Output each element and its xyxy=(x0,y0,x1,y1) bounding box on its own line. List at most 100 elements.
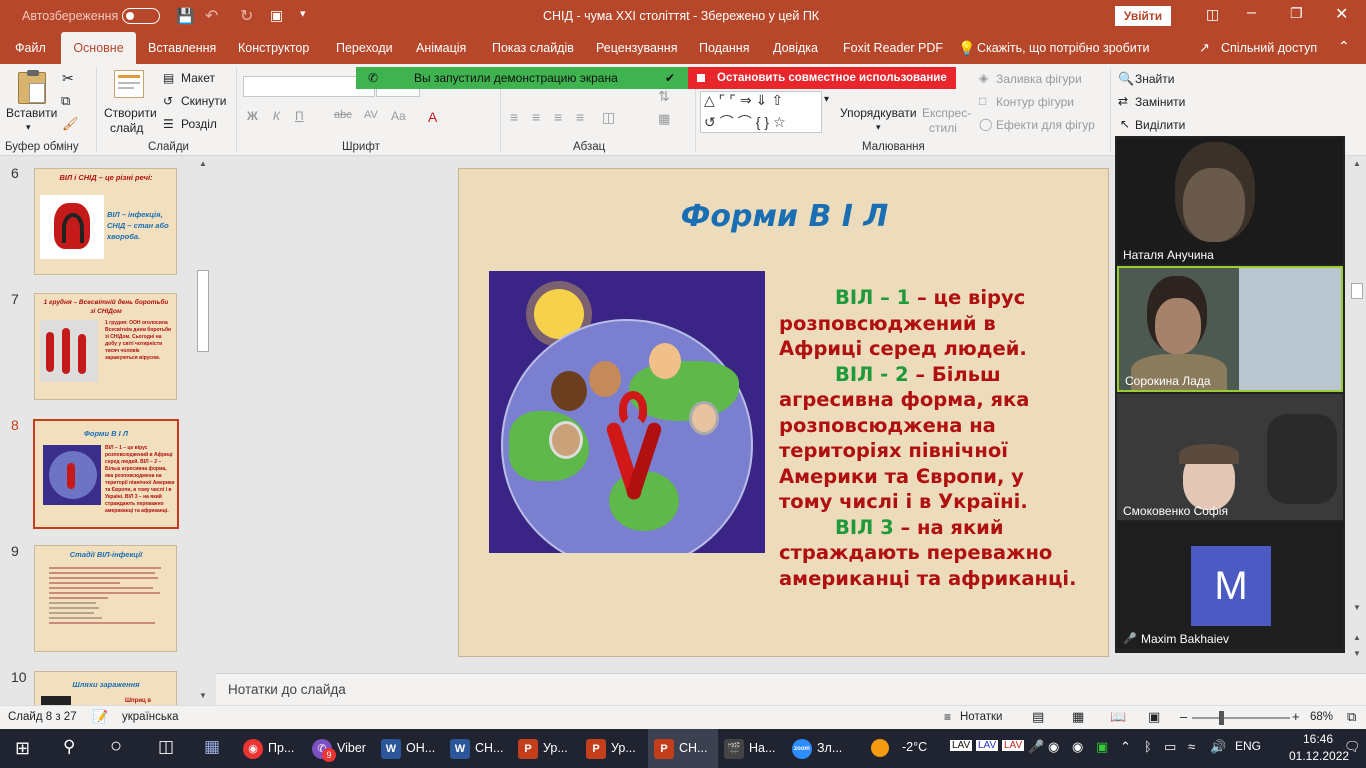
shape-fill-button[interactable]: Заливка фігури xyxy=(996,72,1082,86)
slide-thumbnail-8-selected[interactable]: Форми В І Л ВІЛ – 1 – це вірус розповсюд… xyxy=(33,419,179,529)
cortana-icon[interactable]: ○ xyxy=(110,735,122,758)
paste-icon[interactable] xyxy=(18,70,46,104)
smartart-icon[interactable]: ▦ xyxy=(658,111,670,127)
tray-icon[interactable]: ◉ xyxy=(1072,739,1083,755)
video-tile-active-speaker[interactable]: Сорокина Лада xyxy=(1117,266,1343,392)
battery-icon[interactable]: ▭ xyxy=(1164,739,1176,755)
tab-file[interactable]: Файл xyxy=(15,32,46,64)
share-button[interactable]: Спільний доступ xyxy=(1221,32,1317,64)
language-indicator[interactable]: українська xyxy=(122,711,179,723)
underline-button[interactable]: П xyxy=(295,109,304,123)
thumbnail-scrollbar[interactable]: ▲ ▼ xyxy=(196,157,210,705)
tab-foxit[interactable]: Foxit Reader PDF xyxy=(843,32,943,64)
columns-icon[interactable]: ◫ xyxy=(602,109,615,126)
layout-button[interactable]: Макет xyxy=(181,71,215,85)
cut-icon[interactable]: ✂ xyxy=(62,70,74,87)
search-icon[interactable]: ⚲ xyxy=(63,737,75,757)
select-button[interactable]: Виділити xyxy=(1135,118,1185,132)
current-slide[interactable]: Форми В І Л ВІЛ – 1 – це вірус розповсюд… xyxy=(458,168,1109,657)
collapse-ribbon-icon[interactable]: ⌃ xyxy=(1338,38,1350,55)
clock-time[interactable]: 16:46 xyxy=(1303,732,1333,746)
tray-icon[interactable]: ◉ xyxy=(1048,739,1059,755)
zoom-slider[interactable] xyxy=(1192,717,1290,719)
char-spacing-button[interactable]: AV xyxy=(364,109,378,121)
bluetooth-icon[interactable]: ᛒ xyxy=(1144,739,1152,754)
zoom-slider-thumb[interactable] xyxy=(1219,711,1224,725)
align-center-icon[interactable]: ≡ xyxy=(532,109,540,125)
task-view-icon[interactable]: ◫ xyxy=(158,737,174,757)
scrollbar-thumb[interactable] xyxy=(1351,283,1363,299)
fit-to-window-icon[interactable]: ⧉ xyxy=(1347,709,1356,725)
paste-dropdown-icon[interactable]: ▾ xyxy=(26,122,31,133)
quick-styles-button[interactable]: Експрес- xyxy=(922,106,971,120)
sign-in-button[interactable]: Увійти xyxy=(1115,6,1171,26)
reset-button[interactable]: Скинути xyxy=(181,94,226,108)
previous-slide-icon[interactable]: ▲ xyxy=(1353,633,1361,642)
slideshow-view-icon[interactable]: ▣ xyxy=(1148,709,1160,725)
taskbar-chrome[interactable]: ◉ Пр... xyxy=(243,729,294,768)
text-direction-icon[interactable]: ⇅ xyxy=(658,88,670,105)
save-icon[interactable]: 💾 xyxy=(176,7,195,25)
copy-icon[interactable]: ⧉ xyxy=(61,93,70,109)
tab-slideshow[interactable]: Показ слайдів xyxy=(492,32,574,64)
paste-button[interactable]: Вставити xyxy=(6,106,57,120)
taskbar-word-2[interactable]: W СН... xyxy=(450,729,503,768)
calculator-icon[interactable]: ▦ xyxy=(204,737,220,757)
show-hidden-icons[interactable]: ⌃ xyxy=(1120,739,1131,755)
windows-start-icon[interactable]: ⊞ xyxy=(15,738,30,759)
arrange-button[interactable]: Упорядкувати xyxy=(840,106,917,120)
tray-app-icon[interactable]: LAV xyxy=(976,740,999,751)
notes-pane[interactable]: Нотатки до слайда xyxy=(216,673,1366,705)
volume-icon[interactable]: 🔊 xyxy=(1210,739,1226,755)
section-button[interactable]: Розділ xyxy=(181,117,217,131)
weather-temp[interactable]: -2°C xyxy=(902,740,927,754)
tab-animations[interactable]: Анімація xyxy=(416,32,466,64)
taskbar-zoom[interactable]: zoom Зл... xyxy=(792,729,842,768)
stop-share-button[interactable]: Остановить совместное использование xyxy=(688,67,956,89)
video-tile[interactable]: Наталя Анучина xyxy=(1117,138,1343,264)
ribbon-display-icon[interactable]: ◫ xyxy=(1206,6,1219,23)
new-slide-icon[interactable] xyxy=(114,70,144,98)
shapes-more-icon[interactable]: ▾ xyxy=(824,94,829,105)
tray-app-icon[interactable]: LAV xyxy=(1002,740,1025,751)
video-tile[interactable]: M 🎤 Maxim Bakhaiev xyxy=(1117,522,1343,648)
arrange-dropdown-icon[interactable]: ▾ xyxy=(876,122,881,133)
change-case-button[interactable]: Aa xyxy=(391,109,406,123)
align-left-icon[interactable]: ≡ xyxy=(510,109,518,125)
tab-design[interactable]: Конструктор xyxy=(238,32,309,64)
taskbar-word-1[interactable]: W ОН... xyxy=(381,729,435,768)
weather-icon[interactable] xyxy=(871,739,889,757)
slide-thumbnail-10[interactable]: Шляхи зараження Шприц в xyxy=(34,671,177,705)
reading-view-icon[interactable]: 📖 xyxy=(1110,709,1126,725)
network-icon[interactable]: ≈ xyxy=(1188,739,1195,754)
notes-toggle-button[interactable]: Нотатки xyxy=(960,711,1002,723)
tab-home[interactable]: Основне xyxy=(61,32,136,64)
tab-review[interactable]: Рецензування xyxy=(596,32,677,64)
video-tile[interactable]: Смоковенко Софія xyxy=(1117,394,1343,520)
italic-button[interactable]: К xyxy=(273,109,280,123)
taskbar-app[interactable]: 🎬 На... xyxy=(724,729,775,768)
taskbar-ppt-1[interactable]: P Ур... xyxy=(518,729,568,768)
tab-view[interactable]: Подання xyxy=(699,32,749,64)
slide-thumbnail-9[interactable]: Стадії ВІЛ-інфекції xyxy=(34,545,177,652)
autosave-toggle[interactable] xyxy=(122,8,160,24)
spellcheck-icon[interactable]: 📝 xyxy=(92,709,108,725)
new-slide-button[interactable]: Створити xyxy=(104,106,157,120)
scroll-down-icon[interactable]: ▼ xyxy=(1353,603,1361,612)
clock-date[interactable]: 01.12.2022 xyxy=(1289,749,1349,763)
redo-icon[interactable]: ↻ xyxy=(240,6,253,26)
undo-icon[interactable]: ↶ xyxy=(205,6,218,26)
notifications-icon[interactable]: 🗨 xyxy=(1344,739,1361,755)
present-icon[interactable]: ▣ xyxy=(270,7,283,24)
zoom-out-icon[interactable]: – xyxy=(1180,709,1187,724)
scroll-down-icon[interactable]: ▼ xyxy=(199,691,207,700)
taskbar-ppt-2[interactable]: P Ур... xyxy=(586,729,636,768)
justify-icon[interactable]: ≡ xyxy=(576,109,584,125)
tab-help[interactable]: Довідка xyxy=(773,32,818,64)
zoom-in-icon[interactable]: + xyxy=(1292,709,1300,724)
replace-button[interactable]: Замінити xyxy=(1135,95,1185,109)
bold-button[interactable]: Ж xyxy=(247,109,258,123)
next-slide-icon[interactable]: ▼ xyxy=(1353,649,1361,658)
slide-thumbnail-6[interactable]: ВІЛ і СНІД – це різні речі: ВІЛ – інфекц… xyxy=(34,168,177,275)
tray-icon[interactable]: ▣ xyxy=(1096,739,1108,755)
